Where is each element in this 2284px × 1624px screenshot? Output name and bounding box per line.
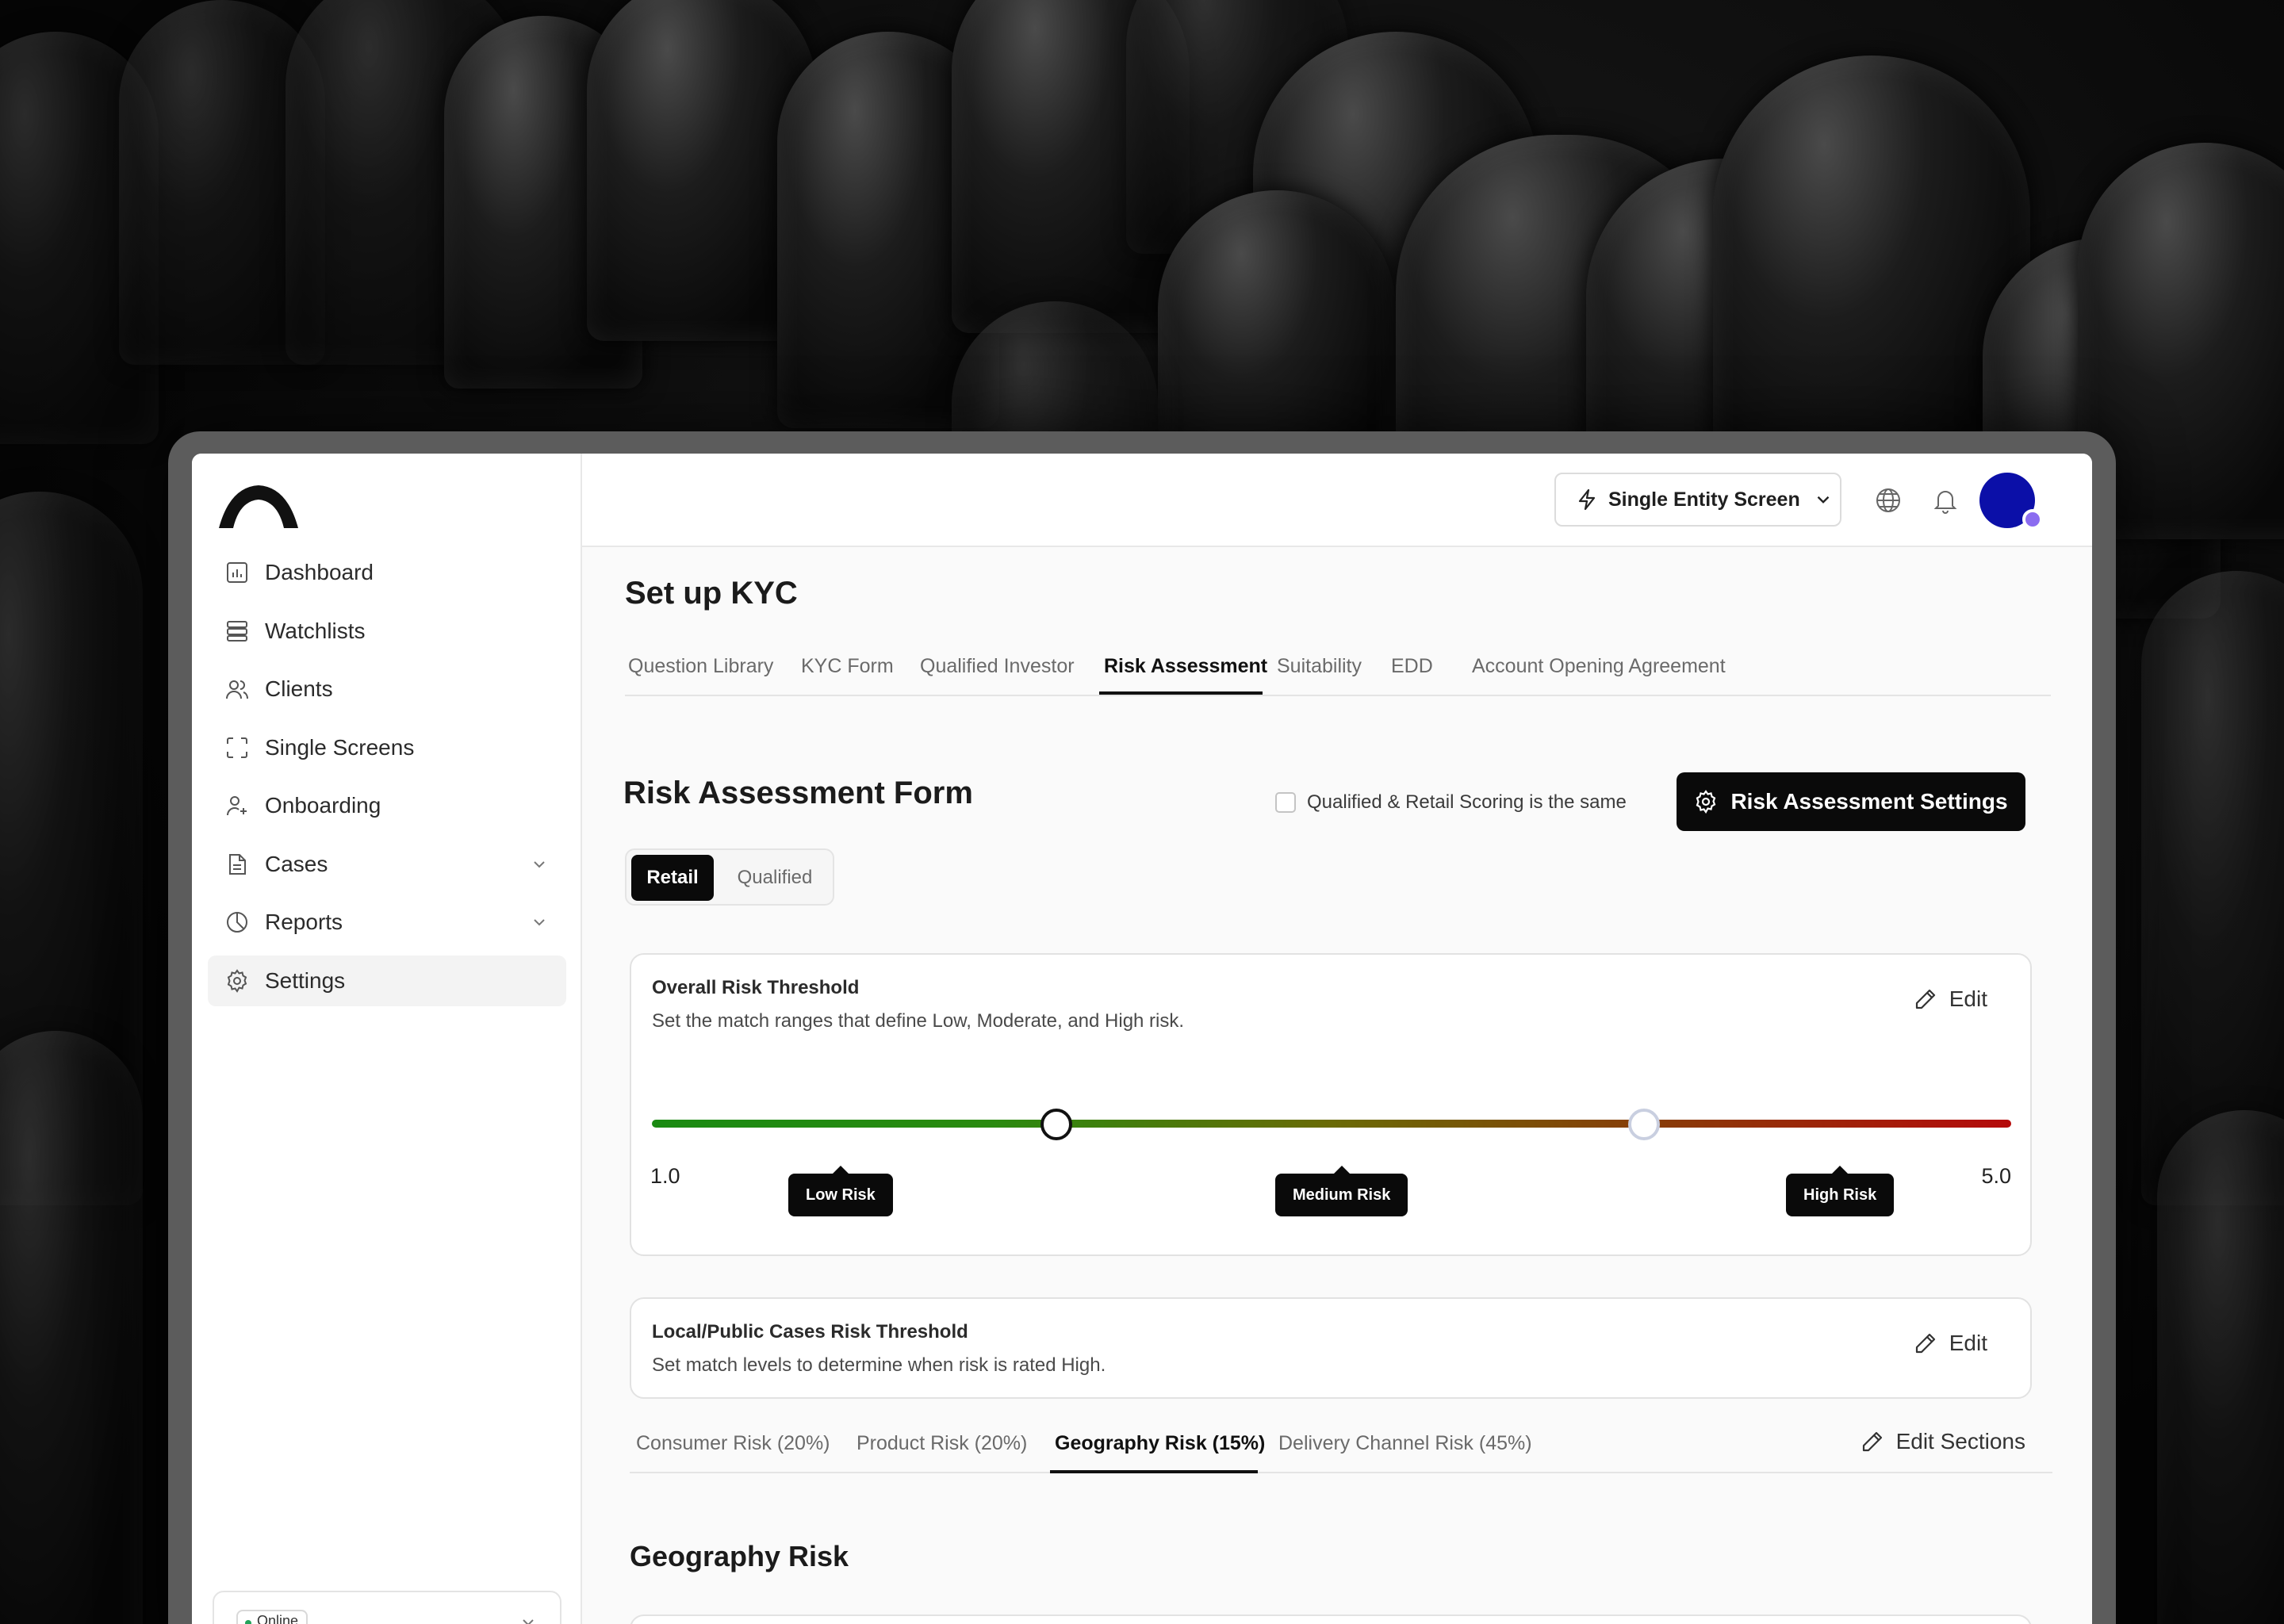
tab-suitability[interactable]: Suitability xyxy=(1277,655,1362,678)
pencil-icon xyxy=(1862,1431,1882,1452)
gear-icon xyxy=(224,967,251,994)
low-risk-tooltip: Low Risk xyxy=(788,1166,893,1216)
tab-edd[interactable]: EDD xyxy=(1391,655,1433,678)
sidebar-item-label: Reports xyxy=(265,910,343,934)
risk-slider-track[interactable] xyxy=(652,1120,2011,1128)
geography-risk-card xyxy=(630,1614,2032,1624)
sidebar-item-label: Watchlists xyxy=(265,618,366,643)
edit-button[interactable]: Edit xyxy=(1913,986,1987,1012)
document-icon xyxy=(224,851,251,878)
low-threshold-handle[interactable] xyxy=(1040,1109,1072,1140)
form-title: Risk Assessment Form xyxy=(623,776,973,810)
sidebar-item-label: Cases xyxy=(265,851,328,876)
chart-icon xyxy=(224,559,251,586)
medium-risk-tooltip: Medium Risk xyxy=(1275,1166,1408,1216)
high-risk-tooltip: High Risk xyxy=(1786,1166,1895,1216)
same-scoring-checkbox[interactable]: Qualified & Retail Scoring is the same xyxy=(1275,791,1627,814)
active-tab-indicator xyxy=(1050,1470,1258,1473)
tab-question-library[interactable]: Question Library xyxy=(628,655,773,678)
sidebar-item-cases[interactable]: Cases xyxy=(208,839,566,890)
pie-chart-icon xyxy=(224,909,251,936)
card-subtitle: Set the match ranges that define Low, Mo… xyxy=(652,1010,1185,1032)
bell-icon[interactable] xyxy=(1930,485,1960,515)
globe-icon[interactable] xyxy=(1873,485,1903,515)
pencil-icon xyxy=(1915,989,1935,1009)
card-title: Local/Public Cases Risk Threshold xyxy=(652,1321,968,1342)
edit-sections-button[interactable]: Edit Sections xyxy=(1860,1429,2025,1454)
risk-assessment-settings-button[interactable]: Risk Assessment Settings xyxy=(1677,772,2025,831)
app-window: Dashboard Watchlists Clients Single Scre… xyxy=(192,454,2092,1624)
sidebar-item-clients[interactable]: Clients xyxy=(208,664,566,714)
sidebar-item-settings[interactable]: Settings xyxy=(208,955,566,1006)
high-threshold-handle[interactable] xyxy=(1628,1109,1661,1140)
logo-icon xyxy=(219,485,298,528)
gear-icon xyxy=(1696,790,1716,814)
risk-category-tabs: Consumer Risk (20%) Product Risk (20%) G… xyxy=(630,1407,2052,1473)
lightning-icon xyxy=(1578,488,1596,511)
segment-qualified[interactable]: Qualified xyxy=(720,855,830,901)
tab-consumer-risk[interactable]: Consumer Risk (20%) xyxy=(636,1432,830,1455)
kyc-tabs: Question Library KYC Form Qualified Inve… xyxy=(625,633,2051,696)
tab-account-opening-agreement[interactable]: Account Opening Agreement xyxy=(1472,655,1726,678)
sidebar-item-single-screens[interactable]: Single Screens xyxy=(208,722,566,773)
active-tab-indicator xyxy=(1099,691,1263,695)
tab-delivery-channel-risk[interactable]: Delivery Channel Risk (45%) xyxy=(1278,1432,1532,1455)
tab-product-risk[interactable]: Product Risk (20%) xyxy=(856,1432,1027,1455)
status-badge: Online xyxy=(236,1610,308,1624)
page-title: Set up KYC xyxy=(625,576,798,611)
tab-geography-risk[interactable]: Geography Risk (15%) xyxy=(1055,1432,1265,1455)
user-plus-icon xyxy=(224,792,251,819)
chevron-down-icon xyxy=(1817,496,1830,504)
card-title: Overall Risk Threshold xyxy=(652,977,860,998)
scale-max-label: 5.0 xyxy=(1981,1164,2011,1188)
tab-kyc-form[interactable]: KYC Form xyxy=(801,655,894,678)
settings-button-label: Risk Assessment Settings xyxy=(1730,789,2008,814)
tab-qualified-investor[interactable]: Qualified Investor xyxy=(920,655,1075,678)
overall-risk-threshold-card: Overall Risk Threshold Set the match ran… xyxy=(630,953,2032,1256)
edit-button[interactable]: Edit xyxy=(1913,1331,1987,1356)
sidebar-item-onboarding[interactable]: Onboarding xyxy=(208,780,566,831)
card-subtitle: Set match levels to determine when risk … xyxy=(652,1354,1106,1376)
status-selector[interactable]: Online xyxy=(213,1591,561,1624)
edit-label: Edit xyxy=(1949,1331,1987,1355)
section-title: Geography Risk xyxy=(630,1540,849,1572)
sidebar-item-label: Single Screens xyxy=(265,734,415,760)
sidebar: Dashboard Watchlists Clients Single Scre… xyxy=(192,454,582,1624)
edit-label: Edit xyxy=(1949,986,1987,1011)
sidebar-item-label: Settings xyxy=(265,967,346,993)
sidebar-item-label: Dashboard xyxy=(265,560,374,584)
sidebar-item-label: Clients xyxy=(265,676,333,701)
sidebar-item-label: Onboarding xyxy=(265,793,381,818)
scale-min-label: 1.0 xyxy=(650,1164,680,1188)
tab-risk-assessment[interactable]: Risk Assessment xyxy=(1104,655,1267,678)
segment-retail[interactable]: Retail xyxy=(631,855,714,901)
sidebar-item-dashboard[interactable]: Dashboard xyxy=(208,547,566,598)
sidebar-nav: Dashboard Watchlists Clients Single Scre… xyxy=(208,547,566,1013)
same-scoring-label: Qualified & Retail Scoring is the same xyxy=(1307,791,1627,813)
local-public-risk-threshold-card: Local/Public Cases Risk Threshold Set ma… xyxy=(630,1297,2032,1399)
single-entity-screen-button[interactable]: Single Entity Screen xyxy=(1554,473,1841,527)
sidebar-item-watchlists[interactable]: Watchlists xyxy=(208,606,566,657)
list-icon xyxy=(224,618,251,645)
pencil-icon xyxy=(1915,1333,1935,1354)
entity-button-label: Single Entity Screen xyxy=(1608,488,1800,511)
top-bar: Single Entity Screen xyxy=(582,454,2092,547)
chevron-down-icon xyxy=(523,1619,534,1624)
chevron-down-icon[interactable] xyxy=(530,913,549,932)
retail-qualified-toggle: Retail Qualified xyxy=(625,848,834,906)
checkbox-icon[interactable] xyxy=(1275,792,1296,813)
avatar-status-badge xyxy=(2022,509,2043,530)
users-icon xyxy=(224,676,251,703)
main-content: Single Entity Screen Set up KYC Question… xyxy=(582,454,2092,1624)
scan-icon xyxy=(224,734,251,761)
chevron-down-icon[interactable] xyxy=(530,855,549,874)
sidebar-item-reports[interactable]: Reports xyxy=(208,897,566,948)
edit-sections-label: Edit Sections xyxy=(1895,1429,2025,1454)
